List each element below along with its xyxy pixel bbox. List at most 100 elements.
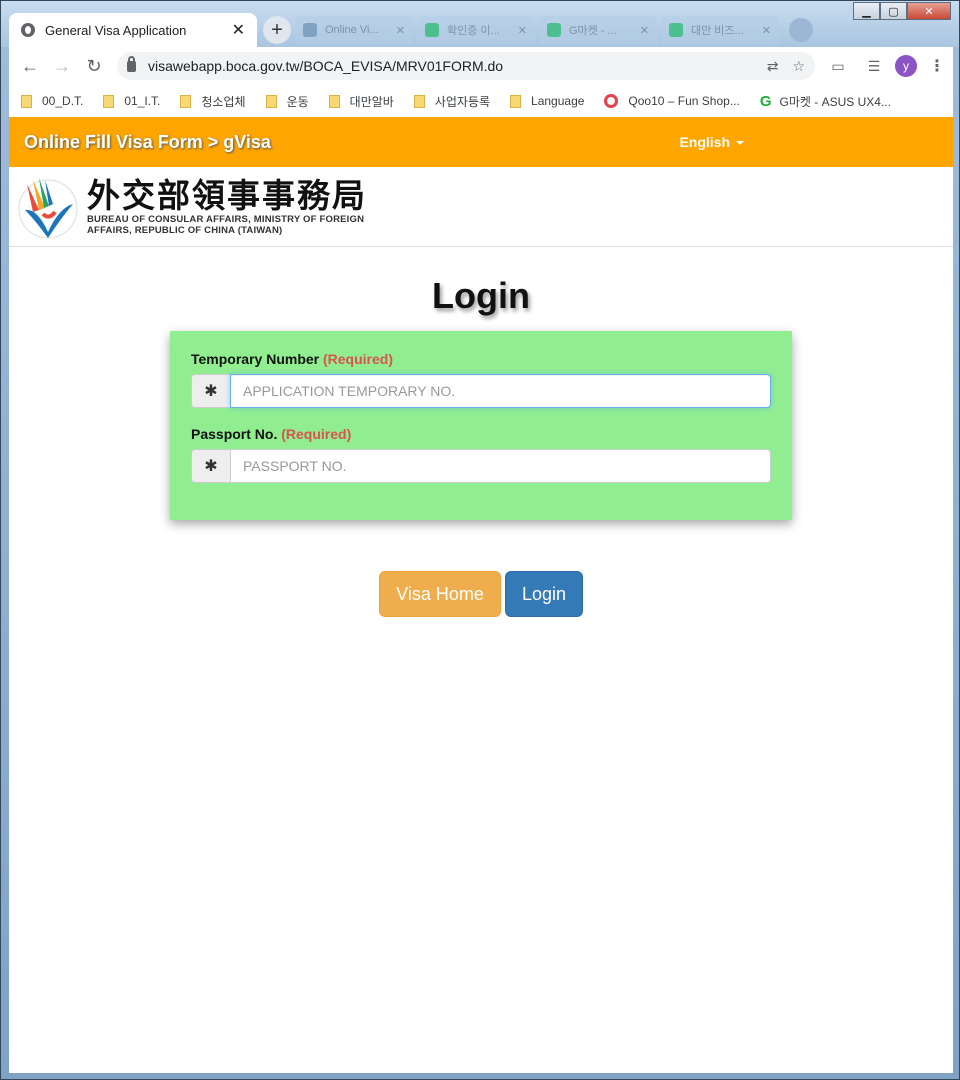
passport-group: ✱ [191, 449, 771, 483]
bookmark-item[interactable]: G G마켓 - ASUS UX4... [760, 93, 891, 110]
close-window-button[interactable]: ✕ [907, 2, 951, 20]
folder-icon [265, 94, 277, 108]
tab-title: General Visa Application [45, 22, 187, 38]
site-brand[interactable]: Online Fill Visa Form > gVisa [24, 132, 271, 153]
bookmark-label: 01_I.T. [124, 94, 161, 108]
logo-english-line-2: AFFAIRS, REPUBLIC OF CHINA (TAIWAN) [87, 224, 283, 236]
bookmark-label: 사업자등록 [434, 94, 491, 109]
login-button[interactable]: Login [505, 571, 583, 617]
boca-logo-icon [18, 177, 78, 238]
qoo10-icon [604, 94, 619, 108]
bookmarks-bar: 00_D.T. 01_I.T. 청소업체 운동 대만알바 사업자등록 Langu… [9, 85, 953, 117]
asterisk-icon: ✱ [191, 449, 230, 483]
bookmark-item[interactable]: 사업자등록 [413, 93, 491, 110]
background-tab-title: G마켓 - ... [569, 25, 617, 37]
login-form-panel: Temporary Number (Required) ✱ Passport N… [170, 331, 792, 520]
bookmark-star-icon[interactable]: ☆ [792, 58, 805, 75]
bookmark-item[interactable]: 청소업체 [180, 93, 246, 110]
passport-label-text: Passport No. [191, 426, 278, 442]
tab-active[interactable]: General Visa Application ✕ [9, 13, 257, 47]
favicon-icon [303, 23, 317, 37]
favicon-icon [547, 23, 561, 37]
page-title: Login [432, 275, 530, 316]
bookmark-item[interactable]: 대만알바 [328, 93, 394, 110]
minimize-button[interactable]: ▁ [853, 2, 880, 20]
bookmark-label: G마켓 - ASUS UX4... [779, 94, 891, 109]
cast-icon[interactable]: ▭ [825, 53, 851, 79]
bookmark-item[interactable]: 01_I.T. [103, 94, 160, 108]
folder-icon [510, 94, 522, 108]
language-label: English [679, 134, 730, 150]
folder-icon [328, 94, 340, 108]
reload-icon[interactable]: ↻ [81, 53, 107, 79]
caret-down-icon [736, 141, 744, 146]
page-content: Online Fill Visa Form > gVisa English 外交… [9, 117, 953, 1073]
close-tab-icon[interactable]: ✕ [396, 24, 405, 37]
browser-toolbar: ← → ↻ visawebapp.boca.gov.tw/BOCA_EVISA/… [9, 47, 953, 85]
tabs: General Visa Application ✕ + Online Vi..… [9, 13, 813, 47]
logo-english-line-1: BUREAU OF CONSULAR AFFAIRS, MINISTRY OF … [87, 213, 365, 225]
logo-banner: 外交部領事事務局 BUREAU OF CONSULAR AFFAIRS, MIN… [9, 167, 953, 247]
temp-number-input[interactable] [230, 374, 771, 408]
gmarket-icon: G [759, 92, 772, 110]
site-navbar: Online Fill Visa Form > gVisa English [9, 117, 953, 167]
media-control-icon[interactable]: ☰ [861, 53, 887, 79]
close-tab-icon[interactable]: ✕ [518, 24, 527, 37]
bookmark-item[interactable]: 운동 [265, 93, 309, 110]
folder-icon [413, 94, 425, 108]
bookmark-item[interactable]: Qoo10 – Fun Shop... [604, 94, 740, 108]
temp-number-label-text: Temporary Number [191, 351, 320, 367]
required-indicator: (Required) [323, 351, 393, 367]
background-tab[interactable]: Online Vi... ✕ [295, 16, 413, 44]
temp-number-group: ✱ [191, 374, 771, 408]
tab-search-icon[interactable] [789, 18, 813, 42]
folder-icon [21, 94, 32, 108]
address-bar[interactable]: visawebapp.boca.gov.tw/BOCA_EVISA/MRV01F… [117, 52, 815, 80]
asterisk-icon: ✱ [191, 374, 230, 408]
url-text[interactable]: visawebapp.boca.gov.tw/BOCA_EVISA/MRV01F… [148, 58, 753, 74]
temp-number-label: Temporary Number (Required) [191, 351, 771, 367]
lock-icon[interactable] [127, 55, 136, 72]
action-buttons: Visa Home Login [9, 571, 953, 617]
background-tab-title: 대만 비즈... [691, 25, 744, 37]
bookmark-label: 대만알바 [349, 94, 394, 109]
bookmark-label: 청소업체 [201, 94, 246, 109]
language-dropdown[interactable]: English [679, 134, 744, 150]
close-tab-icon[interactable]: ✕ [640, 24, 649, 37]
background-tab[interactable]: G마켓 - ... ✕ [539, 16, 657, 44]
favicon-icon [425, 23, 439, 37]
bookmark-label: Language [531, 94, 585, 108]
translate-icon[interactable]: ⇄ [767, 58, 779, 75]
close-tab-icon[interactable]: ✕ [232, 20, 245, 40]
profile-avatar[interactable]: y [895, 55, 917, 77]
logo-text: 外交部領事事務局 BUREAU OF CONSULAR AFFAIRS, MIN… [87, 175, 367, 236]
background-tab-title: 확인증 이... [447, 25, 500, 37]
bookmark-label: Qoo10 – Fun Shop... [628, 94, 740, 108]
bookmark-label: 운동 [286, 94, 309, 109]
passport-label: Passport No. (Required) [191, 426, 771, 442]
bookmark-item[interactable]: 00_D.T. [21, 94, 83, 108]
background-tab-title: Online Vi... [325, 24, 379, 36]
back-icon[interactable]: ← [17, 53, 43, 79]
maximize-button[interactable]: ▢ [880, 2, 907, 20]
folder-icon [180, 94, 192, 108]
menu-kebab-icon[interactable]: ⋮ [929, 56, 945, 76]
bookmark-label: 00_D.T. [42, 94, 84, 108]
background-tab[interactable]: 확인증 이... ✕ [417, 16, 535, 44]
browser-window: ▁ ▢ ✕ General Visa Application ✕ + Onlin… [0, 0, 960, 1080]
folder-icon [103, 94, 115, 108]
close-tab-icon[interactable]: ✕ [762, 24, 771, 37]
browser-chrome: ← → ↻ visawebapp.boca.gov.tw/BOCA_EVISA/… [9, 47, 953, 117]
favicon-icon [669, 23, 683, 37]
forward-icon[interactable]: → [49, 53, 75, 79]
globe-icon [21, 23, 35, 37]
new-tab-button[interactable]: + [263, 16, 291, 44]
tab-strip: ▁ ▢ ✕ General Visa Application ✕ + Onlin… [1, 1, 959, 47]
visa-home-button[interactable]: Visa Home [379, 571, 501, 617]
required-indicator: (Required) [281, 426, 352, 442]
background-tab[interactable]: 대만 비즈... ✕ [661, 16, 779, 44]
bookmark-item[interactable]: Language [510, 94, 584, 108]
window-controls: ▁ ▢ ✕ [853, 2, 951, 20]
passport-input[interactable] [230, 449, 771, 483]
logo-chinese-name: 外交部領事事務局 [87, 175, 367, 215]
